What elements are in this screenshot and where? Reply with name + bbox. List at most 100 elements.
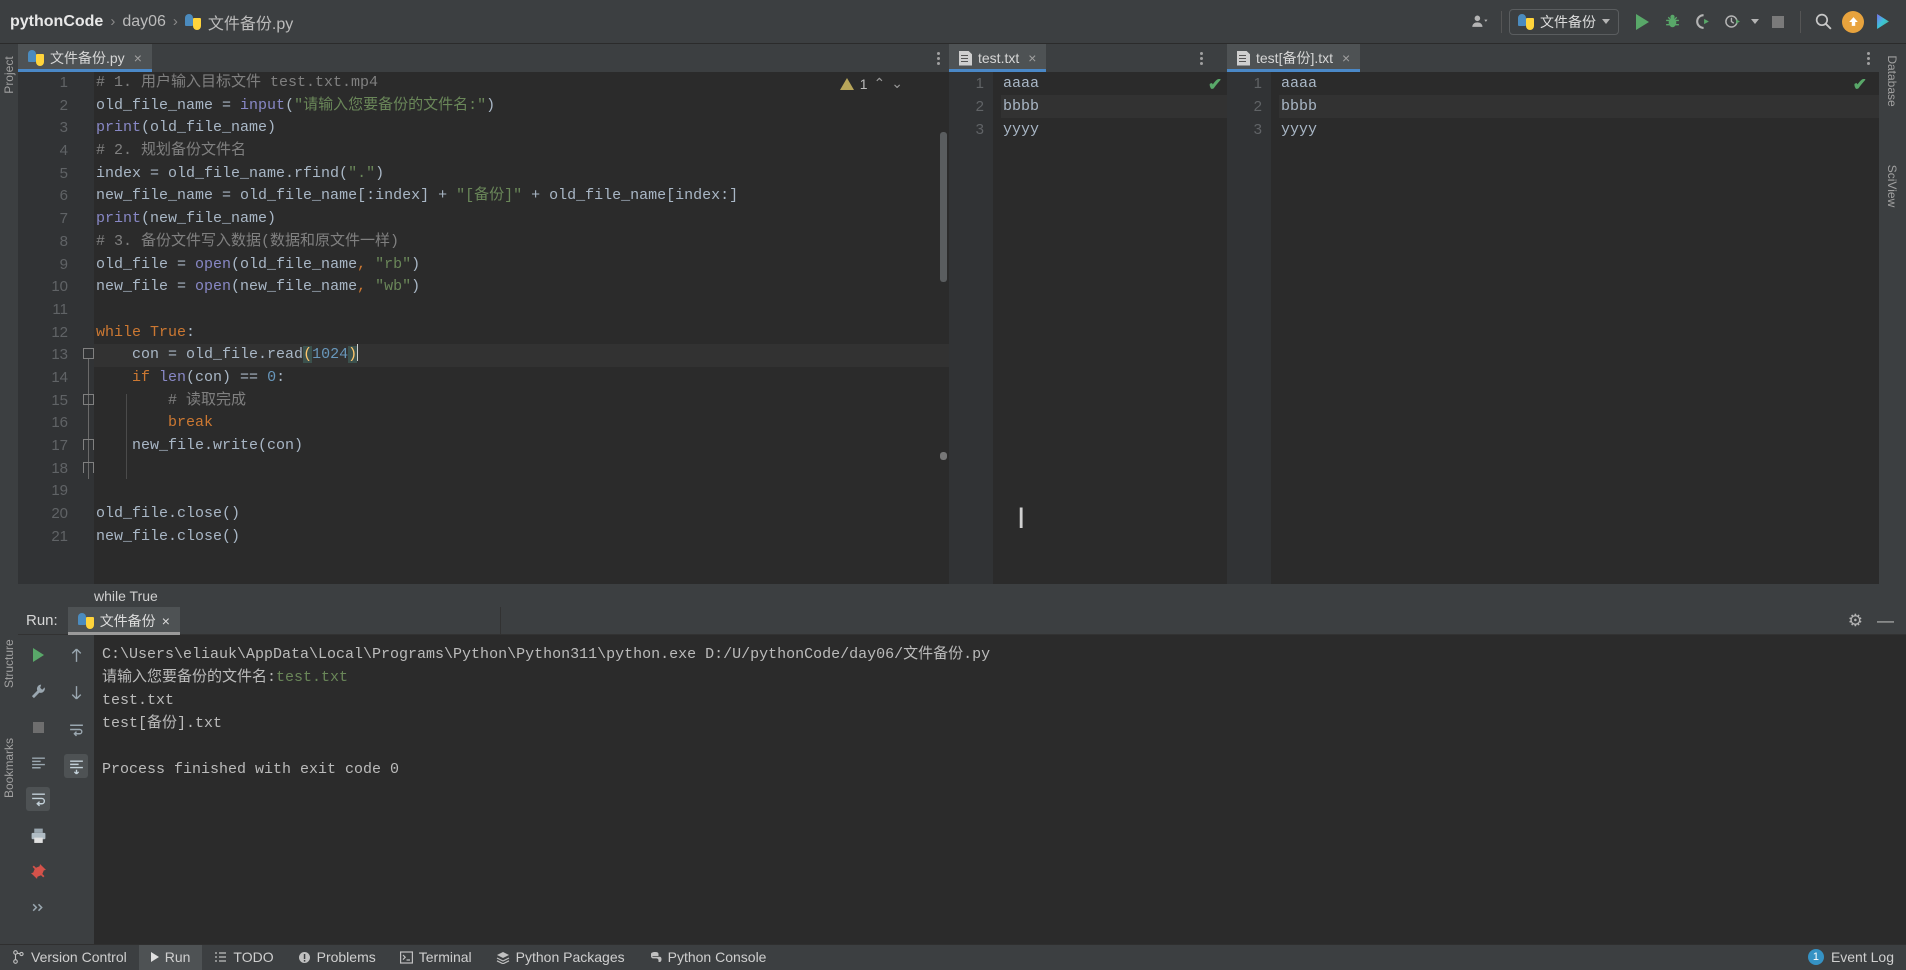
code-line[interactable]: new_file = open(new_file_name, "wb") (94, 276, 949, 299)
text-line[interactable]: bbbb (1279, 95, 1879, 118)
code-line[interactable]: while True: (94, 322, 949, 345)
text-lines[interactable]: aaaabbbbyyyy (1279, 72, 1879, 584)
code-line[interactable]: if len(con) == 0: (94, 367, 949, 390)
code-line[interactable]: old_file.close() (94, 503, 949, 526)
code-line[interactable]: new_file.write(con) (94, 435, 949, 458)
code-line[interactable]: print(new_file_name) (94, 208, 949, 231)
code-line[interactable] (94, 299, 949, 322)
stop-button[interactable] (1763, 7, 1793, 37)
fold-marker-end-while[interactable] (83, 462, 94, 473)
code-line[interactable] (94, 480, 949, 503)
breadcrumb-item-file[interactable]: 文件备份.py (208, 10, 293, 34)
tool-window-sciview[interactable]: SciView (1885, 156, 1899, 216)
editor-scrollbar-thumb[interactable] (940, 132, 947, 282)
more-options-icon[interactable] (937, 44, 949, 72)
chevron-down-icon[interactable] (1747, 7, 1763, 37)
code-token: ) (411, 278, 420, 295)
breadcrumb-item-folder[interactable]: day06 (122, 13, 166, 31)
tab-test-backup-txt[interactable]: test[备份].txt × (1227, 44, 1360, 72)
code-line[interactable]: print(old_file_name) (94, 117, 949, 140)
debug-button[interactable] (1657, 7, 1687, 37)
run-with-coverage-button[interactable] (1687, 7, 1717, 37)
breadcrumb-item-project[interactable]: pythonCode (10, 13, 103, 31)
gear-icon[interactable]: ⚙ (1848, 611, 1863, 631)
text-lines[interactable]: aaaabbbbyyyy (1001, 72, 1227, 584)
code-line[interactable]: index = old_file_name.rfind(".") (94, 163, 949, 186)
tool-window-database[interactable]: Database (1885, 51, 1899, 111)
rerun-button[interactable] (26, 643, 50, 667)
tab-test-txt[interactable]: test.txt × (949, 44, 1046, 72)
code-line[interactable]: break (94, 412, 949, 435)
code-line[interactable]: con = old_file.read(1024) (94, 344, 949, 367)
tool-window-bookmarks[interactable]: Bookmarks (2, 754, 16, 798)
status-python-console[interactable]: Python Console (637, 945, 779, 970)
run-navigation-toolbar (58, 635, 94, 944)
arrow-up-circle-icon[interactable] (1838, 7, 1868, 37)
tab-file-backup-py[interactable]: 文件备份.py × (18, 44, 152, 72)
text-line[interactable]: yyyy (1279, 118, 1879, 141)
code-lines[interactable]: # 1. 用户输入目标文件 test.txt.mp4old_file_name … (94, 72, 949, 584)
code-folding-gutter[interactable] (78, 72, 94, 584)
code-line[interactable]: # 1. 用户输入目标文件 test.txt.mp4 (94, 72, 949, 95)
printer-icon[interactable] (26, 823, 50, 847)
arrow-down-icon[interactable] (64, 680, 88, 704)
wrench-icon[interactable] (26, 679, 50, 703)
code-line[interactable]: new_file_name = old_file_name[:index] + … (94, 185, 949, 208)
code-line[interactable]: old_file_name = input("请输入您要备份的文件名:") (94, 95, 949, 118)
text-line[interactable]: aaaa (1001, 72, 1227, 95)
status-version-control[interactable]: Version Control (0, 945, 139, 970)
tool-window-structure[interactable]: Structure (2, 644, 16, 688)
code-line[interactable]: # 2. 规划备份文件名 (94, 140, 949, 163)
text-editor-test-txt[interactable]: 123 aaaabbbbyyyy I (949, 72, 1227, 584)
code-line[interactable]: new_file.close() (94, 526, 949, 549)
code-line[interactable]: # 3. 备份文件写入数据(数据和原文件一样) (94, 231, 949, 254)
chevron-down-icon[interactable]: ⌄ (891, 75, 903, 92)
pin-icon[interactable] (26, 859, 50, 883)
text-line[interactable]: bbbb (1001, 95, 1227, 118)
status-problems[interactable]: Problems (286, 945, 388, 970)
text-line[interactable]: yyyy (1001, 118, 1227, 141)
stop-square-icon[interactable] (26, 715, 50, 739)
status-run[interactable]: Run (139, 945, 203, 970)
code-editor[interactable]: 123456789101112131415161718192021 # 1. 用… (18, 72, 949, 584)
status-terminal[interactable]: Terminal (388, 945, 484, 970)
minimize-icon[interactable]: — (1877, 611, 1894, 631)
more-options-icon[interactable] (1200, 44, 1203, 72)
close-icon[interactable]: × (162, 613, 170, 629)
arrow-up-icon[interactable] (64, 643, 88, 667)
code-token: con (96, 346, 168, 363)
editor-scrollbar-marker[interactable] (940, 452, 947, 460)
status-python-packages[interactable]: Python Packages (484, 945, 637, 970)
search-icon[interactable] (1808, 7, 1838, 37)
soft-wrap-icon[interactable] (26, 787, 50, 811)
close-icon[interactable]: × (134, 50, 142, 66)
close-icon[interactable]: × (1028, 50, 1036, 66)
wrap-icon[interactable] (64, 717, 88, 741)
more-options-icon[interactable] (1867, 44, 1879, 72)
profile-button[interactable] (1717, 7, 1747, 37)
run-tab-file-backup[interactable]: 文件备份 × (68, 607, 180, 635)
run-configuration-selector[interactable]: 文件备份 (1509, 9, 1619, 35)
run-button[interactable] (1627, 7, 1657, 37)
chevron-up-icon[interactable]: ⌃ (874, 75, 886, 92)
run-console-output[interactable]: C:\Users\eliauk\AppData\Local\Programs\P… (94, 635, 1906, 944)
tool-window-project[interactable]: Project (2, 53, 16, 97)
scroll-to-end-icon[interactable] (64, 754, 88, 778)
code-line[interactable]: old_file = open(old_file_name, "rb") (94, 254, 949, 277)
fold-marker-end-break[interactable] (83, 439, 94, 450)
account-icon[interactable] (1464, 7, 1494, 37)
scroll-end-icon[interactable] (26, 751, 50, 775)
status-event-log[interactable]: Event Log (1831, 949, 1894, 965)
code-line[interactable] (94, 458, 949, 481)
fold-marker-while[interactable] (83, 348, 94, 359)
ai-icon[interactable] (1868, 7, 1898, 37)
inspection-status[interactable]: 1 ⌃ ⌄ (840, 75, 903, 92)
close-icon[interactable]: × (1342, 50, 1350, 66)
chevrons-icon[interactable] (26, 895, 50, 919)
status-todo[interactable]: TODO (202, 945, 285, 970)
code-token: , (357, 278, 375, 295)
fold-marker-if[interactable] (83, 394, 94, 405)
text-line[interactable]: aaaa (1279, 72, 1879, 95)
code-line[interactable]: # 读取完成 (94, 390, 949, 413)
text-editor-test-backup-txt[interactable]: 123 aaaabbbbyyyy ✔ (1227, 72, 1879, 584)
